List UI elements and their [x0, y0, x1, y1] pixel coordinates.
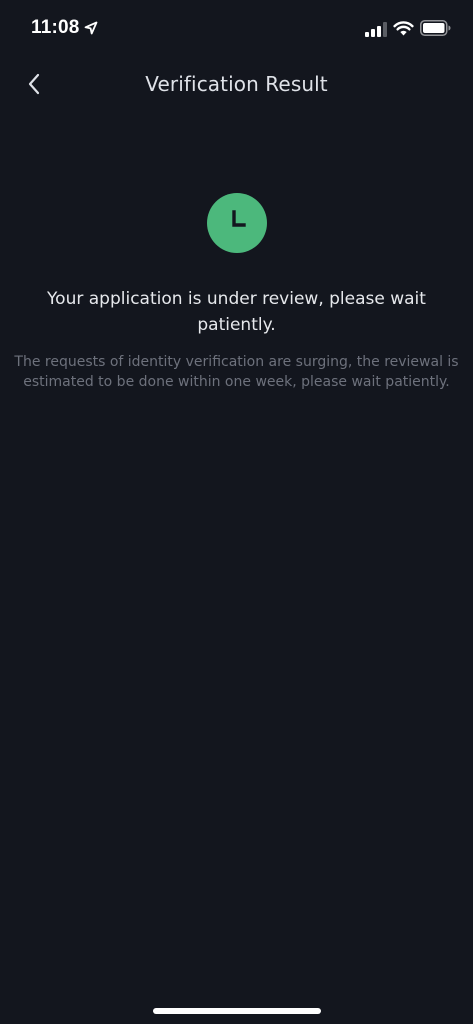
cellular-signal-icon	[365, 22, 387, 37]
navigation-header: Verification Result	[0, 58, 473, 110]
review-status-headline: Your application is under review, please…	[47, 289, 426, 335]
location-arrow-icon	[84, 21, 98, 35]
status-time: 11:08	[31, 17, 80, 38]
wifi-icon	[393, 21, 414, 36]
battery-icon	[420, 20, 451, 36]
status-bar: 11:08	[0, 0, 473, 58]
home-indicator[interactable]	[153, 1008, 321, 1014]
clock-icon	[207, 193, 267, 253]
page-title: Verification Result	[145, 72, 328, 96]
review-status-description: The requests of identity verification ar…	[14, 354, 459, 390]
